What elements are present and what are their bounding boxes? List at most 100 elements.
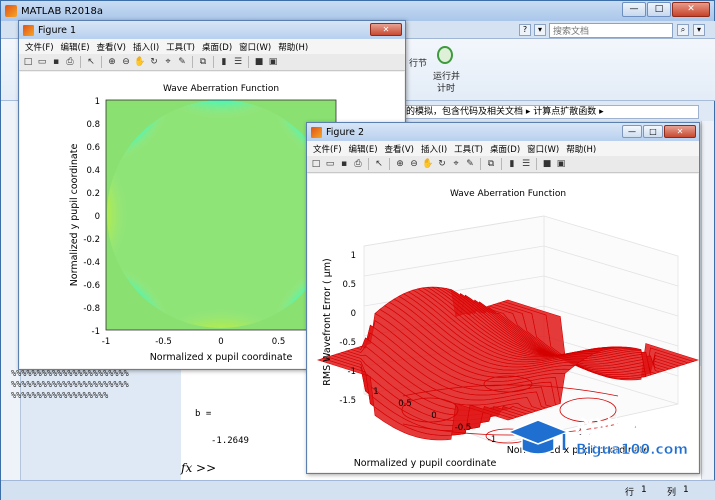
menu-item-0[interactable]: 文件(F) [25,41,54,53]
zoom-out-icon[interactable]: ⊖ [408,158,420,170]
menu-item-3[interactable]: 插入(I) [421,143,447,155]
figure2-minimize-button[interactable]: — [622,125,642,138]
figure1-title-text: Wave Aberration Function [163,84,279,94]
menu-item-5[interactable]: 桌面(D) [490,143,520,155]
toolbar-separator [80,56,81,68]
figure2-ytick-label: -1 [488,435,496,445]
command-prompt[interactable]: fx >> [181,461,216,475]
graduation-cap-logo-icon: 必过源码 Bigua100.com [505,416,688,458]
menu-item-4[interactable]: 工具(T) [454,143,483,155]
rotate-icon[interactable]: ↻ [436,158,448,170]
figure2-ztick-label: 0.5 [342,280,356,290]
open-icon[interactable]: ▭ [36,56,48,68]
hide-tools-icon[interactable]: ■ [253,56,265,68]
menu-item-0[interactable]: 文件(F) [313,143,342,155]
figure1-title: Figure 1 [38,24,77,36]
menu-item-1[interactable]: 编辑(E) [349,143,378,155]
rotate-icon[interactable]: ↻ [148,56,160,68]
toolbar-separator [389,158,390,170]
figure-icon [311,126,322,138]
figure1-ytick-label: 0.6 [86,143,100,153]
watermark-brand: 必过源码 [575,416,652,439]
pan-icon[interactable]: ✋ [422,158,434,170]
site-watermark: 必过源码 Bigua100.com [500,406,700,466]
current-folder-path[interactable]: 的模拟，包含代码及相关文档 ▸ 计算点扩散函数 ▸ [401,105,699,119]
figure1-ytick-label: 0.8 [86,120,100,130]
menu-item-7[interactable]: 帮助(H) [566,143,596,155]
figure2-title-text: Wave Aberration Function [450,189,566,199]
figure2-ylabel: Normalized y pupil coordinate [354,458,497,469]
figure1-ytick-label: -0.8 [83,304,100,314]
new-file-icon[interactable]: □ [310,158,322,170]
toolbar-separator [536,158,537,170]
figure1-ytick-label: -0.6 [83,281,100,291]
brush-icon[interactable]: ✎ [464,158,476,170]
workspace-text-line: %%%%%%%%%%%%%%%%%%% [11,391,109,401]
maximize-button[interactable]: □ [647,2,671,17]
hide-tools-icon[interactable]: ■ [541,158,553,170]
dropdown-icon[interactable]: ▾ [534,24,546,36]
colorbar-icon[interactable]: ▮ [506,158,518,170]
property-icon[interactable]: ▣ [267,56,279,68]
close-button[interactable]: ✕ [672,2,710,17]
menu-item-6[interactable]: 窗口(W) [527,143,559,155]
menu-item-4[interactable]: 工具(T) [166,41,195,53]
zoom-out-icon[interactable]: ⊖ [120,56,132,68]
link-icon[interactable]: ⧉ [197,56,209,68]
figure2-maximize-button[interactable]: □ [643,125,663,138]
save-icon[interactable]: ▪ [50,56,62,68]
data-cursor-icon[interactable]: ⌖ [162,56,174,68]
minimize-button[interactable]: — [622,2,646,17]
status-bar: 行 1 列 1 [1,480,715,500]
figure2-ztick-label: 1 [351,251,356,261]
pointer-icon[interactable]: ↖ [373,158,385,170]
toolbar-separator [368,158,369,170]
legend-icon[interactable]: ☰ [520,158,532,170]
colorbar-icon[interactable]: ▮ [218,56,230,68]
legend-icon[interactable]: ☰ [232,56,244,68]
pointer-icon[interactable]: ↖ [85,56,97,68]
figure1-xtick-label: -1 [102,337,110,347]
run-advance-label-2[interactable]: 计时 [437,81,455,94]
figure1-titlebar[interactable]: Figure 1 [19,21,405,39]
watermark-url: Bigua100.com [576,442,688,458]
print-icon[interactable]: ⎙ [64,56,76,68]
menu-item-2[interactable]: 查看(V) [97,41,126,53]
run-and-time-icon[interactable] [437,46,453,64]
toolbar-separator [192,56,193,68]
search-icon[interactable]: ⌕ [677,24,689,36]
brush-icon[interactable]: ✎ [176,56,188,68]
help-icon[interactable]: ? [519,24,531,36]
search-docs-input[interactable] [549,23,673,38]
pan-icon[interactable]: ✋ [134,56,146,68]
menu-item-6[interactable]: 窗口(W) [239,41,271,53]
save-icon[interactable]: ▪ [338,158,350,170]
print-icon[interactable]: ⎙ [352,158,364,170]
figure1-ytick-label: 1 [95,97,100,107]
menu-item-2[interactable]: 查看(V) [385,143,414,155]
menu-item-3[interactable]: 插入(I) [133,41,159,53]
app-title: MATLAB R2018a [21,5,104,17]
expand-icon[interactable]: ▾ [693,24,705,36]
zoom-in-icon[interactable]: ⊕ [394,158,406,170]
col-value: 1 [683,485,689,495]
zoom-in-icon[interactable]: ⊕ [106,56,118,68]
property-icon[interactable]: ▣ [555,158,567,170]
data-cursor-icon[interactable]: ⌖ [450,158,462,170]
vertical-scrollbar[interactable] [701,121,714,479]
figure2-ztick-label: -1.5 [339,396,356,406]
open-icon[interactable]: ▭ [324,158,336,170]
figure1-xlabel: Normalized x pupil coordinate [150,352,293,363]
menu-item-5[interactable]: 桌面(D) [202,41,232,53]
toolbar-separator [501,158,502,170]
figure2-close-button[interactable]: ✕ [664,125,696,138]
new-file-icon[interactable]: □ [22,56,34,68]
link-icon[interactable]: ⧉ [485,158,497,170]
toolbar-separator [213,56,214,68]
figure1-close-button[interactable]: ✕ [370,23,402,36]
figure1-toolbar: □ ▭ ▪ ⎙ ↖ ⊕ ⊖ ✋ ↻ ⌖ ✎ ⧉ ▮ ☰ ■ ▣ [19,54,405,71]
console-value-line: -1.2649 [211,436,249,446]
figure2-ytick-label: -0.5 [455,423,472,433]
menu-item-7[interactable]: 帮助(H) [278,41,308,53]
menu-item-1[interactable]: 编辑(E) [61,41,90,53]
